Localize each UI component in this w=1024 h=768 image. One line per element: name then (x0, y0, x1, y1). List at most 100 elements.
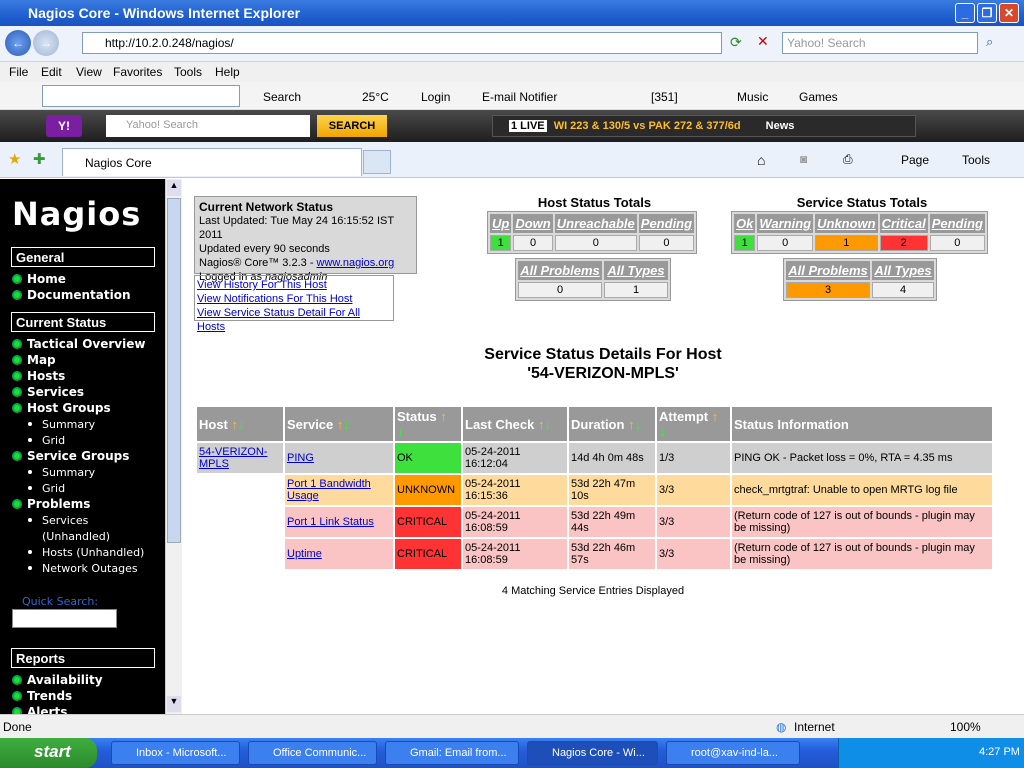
menu-edit[interactable]: Edit (41, 65, 62, 79)
nav-host-groups[interactable]: Host Groups (12, 401, 111, 415)
host-up-header[interactable]: Up (490, 214, 512, 233)
toolbar-search-input[interactable] (42, 85, 240, 107)
host-pending-header[interactable]: Pending (638, 214, 695, 233)
nav-documentation[interactable]: Documentation (12, 288, 131, 302)
col-last-check[interactable]: Last Check ↑↓ (463, 407, 567, 441)
refresh-icon[interactable]: ⟳ (730, 34, 742, 51)
stop-icon[interactable]: ✕ (757, 33, 769, 50)
tab-nagios[interactable]: Nagios Core (62, 148, 362, 176)
music-button[interactable]: Music (737, 90, 768, 104)
games-button[interactable]: Games (799, 90, 838, 104)
nav-hg-summary[interactable]: Summary (28, 418, 95, 431)
task-office-communicator[interactable]: Office Communic... (248, 741, 377, 765)
nav-services-unhandled-suffix[interactable]: (Unhandled) (42, 530, 110, 543)
task-inbox[interactable]: Inbox - Microsoft... (111, 741, 240, 765)
weather-label[interactable]: 25°C (362, 90, 389, 104)
url-input[interactable]: http://10.2.0.248/nagios/ (82, 32, 722, 54)
svc-warning-header[interactable]: Warning (757, 214, 814, 233)
nav-sg-summary[interactable]: Summary (28, 466, 95, 479)
nav-tactical-overview[interactable]: Tactical Overview (12, 337, 145, 351)
col-service[interactable]: Service ↑↓ (285, 407, 393, 441)
yahoo-logo-icon[interactable]: Y! (46, 115, 82, 137)
svc-unknown-header[interactable]: Unknown (815, 214, 878, 233)
task-nagios[interactable]: Nagios Core - Wi... (527, 741, 658, 765)
menu-tools[interactable]: Tools (174, 65, 202, 79)
back-button[interactable]: ← (5, 30, 31, 56)
menu-view[interactable]: View (76, 65, 102, 79)
nav-service-groups[interactable]: Service Groups (12, 449, 129, 463)
start-button[interactable]: start (0, 738, 97, 768)
task-root-terminal[interactable]: root@xav-ind-la... (666, 741, 800, 765)
col-status[interactable]: Status ↑ ↓ (395, 407, 461, 441)
feeds-icon[interactable]: ◙ (800, 152, 807, 166)
zoom-level[interactable]: 100% (950, 720, 981, 734)
menu-file[interactable]: File (9, 65, 28, 79)
svc-pending-header[interactable]: Pending (929, 214, 985, 233)
host-all-problems-header[interactable]: All Problems (518, 261, 602, 280)
new-tab-button[interactable] (363, 150, 391, 174)
login-button[interactable]: Login (421, 90, 450, 104)
host-all-types-header[interactable]: All Types (604, 261, 668, 280)
nav-services-unhandled[interactable]: Services (28, 514, 88, 527)
nav-availability[interactable]: Availability (12, 673, 103, 687)
add-favorites-icon[interactable]: ✚ (33, 150, 46, 168)
service-link[interactable]: Uptime (287, 548, 322, 560)
history-link[interactable]: View History For This Host (197, 278, 391, 292)
sort-desc-icon[interactable]: ↓ (545, 417, 552, 432)
col-attempt[interactable]: Attempt ↑ ↓ (657, 407, 730, 441)
toolbar-search-button[interactable]: Search (263, 90, 301, 104)
maximize-button[interactable]: ❐ (977, 3, 997, 23)
scroll-down-icon[interactable]: ▼ (167, 696, 181, 712)
notifications-link[interactable]: View Notifications For This Host (197, 292, 391, 306)
sort-desc-icon[interactable]: ↓ (238, 417, 245, 432)
service-link[interactable]: Port 1 Bandwidth Usage (287, 478, 371, 502)
email-notifier-button[interactable]: E-mail Notifier (482, 90, 557, 104)
svc-all-problems-header[interactable]: All Problems (786, 261, 870, 280)
yahoo-search-input[interactable]: Yahoo! Search (106, 115, 310, 137)
sort-asc-icon[interactable]: ↑ (712, 409, 719, 424)
home-icon[interactable]: ⌂ (757, 152, 765, 168)
service-link[interactable]: PING (287, 452, 314, 464)
nav-trends[interactable]: Trends (12, 689, 72, 703)
nav-problems[interactable]: Problems (12, 497, 90, 511)
svc-critical-header[interactable]: Critical (879, 214, 928, 233)
search-input[interactable]: Yahoo! Search (782, 32, 978, 54)
sort-desc-icon[interactable]: ↓ (343, 417, 350, 432)
cricket-score[interactable]: 1 LIVE WI 223 & 130/5 vs PAK 272 & 377/6… (492, 115, 916, 137)
host-link[interactable]: 54-VERIZON-MPLS (199, 446, 267, 470)
nav-alerts[interactable]: Alerts (12, 705, 67, 714)
nav-hosts[interactable]: Hosts (12, 369, 65, 383)
nagios-site-link[interactable]: www.nagios.org (317, 257, 395, 269)
nav-home[interactable]: Home (12, 272, 66, 286)
scroll-thumb[interactable] (167, 198, 181, 543)
sort-asc-icon[interactable]: ↑ (440, 409, 447, 424)
sort-desc-icon[interactable]: ↓ (635, 417, 642, 432)
nav-hosts-unhandled[interactable]: Hosts (Unhandled) (28, 546, 144, 559)
nav-services[interactable]: Services (12, 385, 84, 399)
nav-sg-grid[interactable]: Grid (28, 482, 65, 495)
counter-button[interactable]: [351] (651, 90, 678, 104)
yahoo-search-button[interactable]: SEARCH (317, 115, 387, 137)
page-menu[interactable]: Page (901, 153, 929, 167)
host-unreachable-header[interactable]: Unreachable (554, 214, 637, 233)
minimize-button[interactable]: _ (955, 3, 975, 23)
svc-ok-header[interactable]: Ok (734, 214, 756, 233)
scroll-up-icon[interactable]: ▲ (167, 180, 181, 196)
close-button[interactable]: ✕ (999, 3, 1019, 23)
nav-network-outages[interactable]: Network Outages (28, 562, 138, 575)
svc-all-types-header[interactable]: All Types (872, 261, 934, 280)
nav-map[interactable]: Map (12, 353, 56, 367)
nagios-logo[interactable]: Nagios (12, 195, 141, 233)
search-go-icon[interactable]: ⌕ (986, 34, 993, 50)
host-down-header[interactable]: Down (513, 214, 553, 233)
sort-desc-icon[interactable]: ↓ (659, 424, 666, 439)
forward-button[interactable]: → (33, 30, 59, 56)
service-link[interactable]: Port 1 Link Status (287, 516, 374, 528)
favorites-star-icon[interactable]: ★ (8, 150, 21, 168)
nav-hg-grid[interactable]: Grid (28, 434, 65, 447)
tools-menu[interactable]: Tools (962, 153, 990, 167)
clock[interactable]: 4:27 PM (979, 746, 1020, 758)
print-icon[interactable]: ⎙ (843, 152, 853, 167)
quick-search-input[interactable] (12, 609, 117, 628)
sort-desc-icon[interactable]: ↓ (397, 424, 404, 439)
